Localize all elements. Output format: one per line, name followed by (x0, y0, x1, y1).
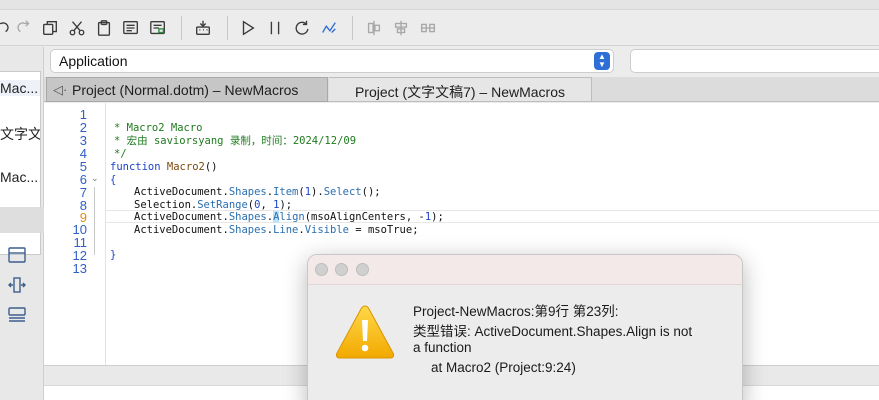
object-dropdown[interactable]: Application ▲ ▼ (50, 49, 614, 73)
code-line-brace: { (110, 174, 117, 186)
tab-normal-newmacros[interactable]: ◁· Project (Normal.dotm) – NewMacros (46, 77, 328, 102)
code-token: ). (311, 186, 324, 198)
project-tree-item-label: 文字文... (0, 126, 40, 142)
object-dropdown-value: Application (59, 53, 128, 69)
vba-editor-window: Mac... 文字文... Mac... Application ▲▼ ◁· P… (0, 0, 879, 400)
design-mode-icon[interactable] (319, 18, 339, 38)
copy-icon[interactable] (40, 18, 60, 38)
project-tree-item-label: Mac... (0, 169, 39, 185)
warning-icon (334, 303, 396, 361)
procedure-dropdown[interactable] (630, 49, 879, 73)
toolbox-header (0, 207, 44, 233)
code-token: Shapes (228, 186, 267, 198)
insert-userform-icon[interactable] (121, 18, 141, 38)
toolbar-separator (352, 16, 353, 40)
pause-icon[interactable] (265, 18, 285, 38)
tab-label: Project (Normal.dotm) – NewMacros (72, 82, 299, 98)
zoom-window-button[interactable] (356, 263, 369, 276)
code-line-comment: */ (114, 148, 127, 160)
code-token: ActiveDocument. (134, 211, 229, 223)
project-explorer-pane: Mac... 文字文... Mac... (0, 47, 44, 400)
code-token: Select (323, 186, 362, 198)
error-stack-line: at Macro2 (Project:9:24) (431, 360, 576, 375)
error-message-line: Project-NewMacros:第9行 第23列: (413, 304, 619, 319)
project-tree-item[interactable]: 文字文... (0, 124, 40, 144)
project-tree-item-label: Mac... (0, 80, 39, 96)
fold-chevron-icon[interactable]: ⌄ (91, 173, 99, 184)
module-icon: ◁· (53, 82, 68, 97)
code-line: ActiveDocument.Shapes.Line.Visible = mso… (134, 224, 419, 237)
code-token: SetRange (197, 199, 248, 211)
error-message-line: a function (413, 340, 472, 355)
code-token: Item (273, 186, 299, 198)
code-token: Shapes (228, 211, 267, 223)
reset-icon[interactable] (292, 18, 312, 38)
frame-control-icon[interactable] (7, 245, 29, 265)
toolbar-separator (181, 16, 182, 40)
code-token: Shapes (228, 224, 267, 236)
code-token: (); (361, 186, 381, 198)
code-token: ActiveDocument. (134, 224, 229, 236)
close-window-button[interactable] (315, 263, 328, 276)
code-line-comment: * 宏由 saviorsyang 录制，时间：2024/12/09 (114, 135, 357, 147)
project-tree-item[interactable]: Mac... (0, 80, 40, 96)
code-token: Visible (304, 224, 349, 236)
code-token: Selection. (134, 199, 198, 211)
code-token: ); (279, 199, 293, 211)
code-token: = msoTrue; (348, 224, 419, 236)
undo-icon[interactable] (0, 18, 12, 38)
keyword-token: function (110, 161, 161, 173)
line-number-gutter: 1 2 3 4 5 6 7 8 9 10 11 12 13 ⌄ (44, 103, 106, 365)
chevron-updown-icon[interactable]: ▲ ▼ (594, 52, 610, 70)
toolbar-separator (227, 16, 228, 40)
title-bar (0, 0, 879, 10)
align-left-icon[interactable] (364, 18, 384, 38)
code-token: Line (273, 224, 299, 236)
error-message-line: 类型错误: ActiveDocument.Shapes.Align is not (413, 324, 693, 339)
align-distribute-icon[interactable] (418, 18, 438, 38)
code-token: ActiveDocument. (134, 186, 229, 198)
tab-document-newmacros[interactable]: Project (文字文稿7) – NewMacros (329, 77, 592, 102)
code-token: lign (279, 211, 305, 223)
dialog-titlebar (308, 255, 742, 285)
code-line-brace: } (110, 249, 117, 261)
code-line-current: ActiveDocument.Shapes.Align(msoAlignCent… (134, 211, 444, 224)
code-line-function: function Macro2() (110, 161, 218, 174)
macro-build-icon[interactable] (193, 18, 213, 38)
insert-module-icon[interactable] (148, 18, 168, 38)
run-icon[interactable] (238, 18, 258, 38)
spin-button-icon[interactable] (7, 275, 29, 295)
error-dialog: Project-NewMacros:第9行 第23列: 类型错误: Active… (307, 254, 743, 400)
line-number: 13 (72, 261, 87, 276)
project-tree-item[interactable]: Mac... (0, 169, 40, 185)
editor-tab-bar: ◁· Project (Normal.dotm) – NewMacros Pro… (44, 77, 879, 102)
code-token: (msoAlignCenters, - (304, 211, 425, 223)
minimize-window-button[interactable] (335, 263, 348, 276)
command-button-icon[interactable] (7, 305, 29, 325)
code-line-comment: * Macro2 Macro (114, 122, 203, 134)
redo-icon[interactable] (14, 18, 34, 38)
tab-label: Project (文字文稿7) – NewMacros (354, 84, 566, 100)
code-token: ); (431, 211, 444, 223)
function-name-token: Macro2 (166, 161, 205, 173)
code-token: , (260, 199, 274, 211)
cut-icon[interactable] (67, 18, 87, 38)
fold-guide (94, 187, 95, 255)
code-token: () (204, 161, 218, 173)
code-line: ActiveDocument.Shapes.Item(1).Select(); (134, 186, 381, 199)
align-center-icon[interactable] (391, 18, 411, 38)
toolbar (0, 10, 879, 46)
paste-icon[interactable] (94, 18, 114, 38)
